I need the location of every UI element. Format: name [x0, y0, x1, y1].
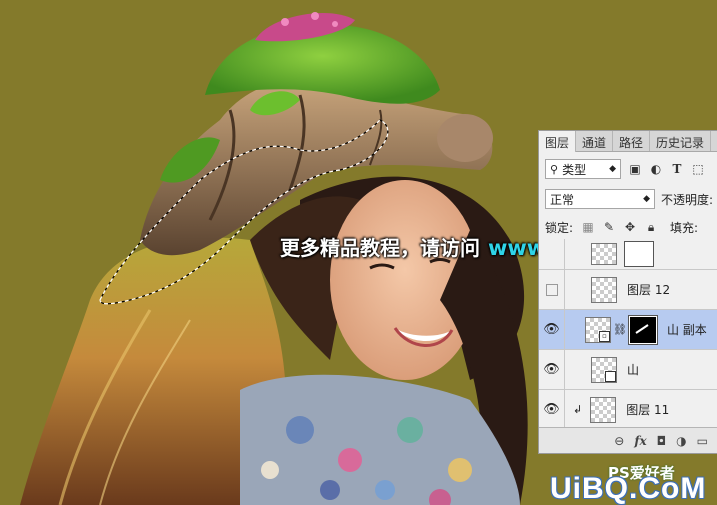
- image-filter-icon[interactable]: ▣: [628, 162, 642, 176]
- lock-paint-icon[interactable]: ✎: [602, 220, 616, 234]
- layer-list: 图层 12 👁︎ ▫ ⛓ 山 副本 👁︎ 山 👁︎ ↲ 图层 11: [539, 239, 717, 430]
- link-icon[interactable]: ⛓: [613, 323, 627, 336]
- visibility-toggle[interactable]: 👁︎: [539, 390, 565, 429]
- adjustment-icon[interactable]: ◑: [676, 434, 686, 448]
- panel-footer: ⊖ fx ◘ ◑ ▭: [539, 427, 717, 453]
- adjustment-filter-icon[interactable]: ◐: [649, 162, 663, 176]
- layer-mask-thumbnail[interactable]: [627, 314, 658, 345]
- fx-icon[interactable]: fx: [634, 434, 646, 448]
- layer-thumbnail: [591, 356, 617, 383]
- visibility-toggle[interactable]: [539, 270, 565, 309]
- link-icon[interactable]: ⊖: [614, 434, 624, 448]
- layer-thumbnail: [591, 276, 617, 303]
- filter-kind-label: 类型: [562, 162, 587, 177]
- type-filter-icon[interactable]: T: [670, 162, 684, 176]
- eye-icon: 👁︎: [543, 362, 560, 377]
- folder-icon[interactable]: ▭: [697, 434, 708, 448]
- layer-row[interactable]: 👁︎ 山: [539, 350, 717, 390]
- layer-name: 图层 11: [626, 403, 670, 417]
- visibility-toggle[interactable]: [539, 239, 565, 269]
- chevron-down-icon: ◆: [643, 194, 650, 204]
- lock-transparent-icon[interactable]: ▦: [581, 220, 595, 234]
- opacity-label: 不透明度:: [661, 192, 714, 207]
- smart-object-icon: ▫: [599, 330, 610, 342]
- layer-name: 山: [627, 363, 640, 377]
- layer-thumbnail: ▫: [585, 316, 611, 343]
- layer-mask-thumbnail: [624, 241, 654, 267]
- lock-label: 锁定:: [545, 220, 574, 235]
- watermark: PS爱好者 UiBQ.CoM: [548, 462, 717, 505]
- clipping-arrow-icon: ↲: [573, 403, 583, 416]
- layer-row[interactable]: 图层 12: [539, 270, 717, 310]
- fill-label: 填充:: [670, 220, 699, 235]
- tab-layers[interactable]: 图层: [539, 131, 577, 152]
- tab-paths[interactable]: 路径: [613, 131, 651, 151]
- layer-row-selected[interactable]: 👁︎ ▫ ⛓ 山 副本: [539, 310, 717, 350]
- eye-icon: 👁︎: [543, 402, 560, 417]
- panel-tabs: 图层 通道 路径 历史记录: [539, 131, 717, 152]
- tab-history[interactable]: 历史记录: [650, 131, 712, 151]
- layers-panel: 图层 通道 路径 历史记录 ⚲ 类型 ◆ ▣ ◐ T ⬚ 正常 ◆ 不透明度: …: [538, 130, 717, 454]
- blend-mode-value: 正常: [550, 192, 575, 207]
- add-mask-icon[interactable]: ◘: [657, 434, 667, 448]
- empty-visibility-box: [545, 283, 558, 296]
- visibility-toggle[interactable]: 👁︎: [539, 310, 565, 349]
- shape-filter-icon[interactable]: ⬚: [691, 162, 705, 176]
- blend-mode-select[interactable]: 正常 ◆: [545, 189, 655, 209]
- layer-thumbnail: [591, 243, 617, 265]
- chevron-down-icon: ◆: [609, 164, 616, 174]
- visibility-toggle[interactable]: 👁︎: [539, 350, 565, 389]
- lock-move-icon[interactable]: ✥: [623, 220, 637, 234]
- promo-text: 更多精品教程，请访问: [280, 236, 480, 260]
- watermark-big: UiBQ.CoM: [550, 472, 707, 505]
- tab-channels[interactable]: 通道: [576, 131, 614, 151]
- layer-name: 山 副本: [666, 323, 707, 337]
- eye-icon: 👁︎: [543, 322, 560, 337]
- layer-row[interactable]: [539, 239, 717, 270]
- smart-object-icon: [605, 370, 616, 382]
- search-icon: ⚲: [550, 162, 559, 176]
- filter-kind-select[interactable]: ⚲ 类型 ◆: [545, 159, 621, 179]
- layer-name: 图层 12: [627, 283, 671, 297]
- layer-row[interactable]: 👁︎ ↲ 图层 11: [539, 390, 717, 430]
- layer-thumbnail: [590, 396, 617, 423]
- lock-all-icon[interactable]: 🔒︎: [644, 220, 658, 234]
